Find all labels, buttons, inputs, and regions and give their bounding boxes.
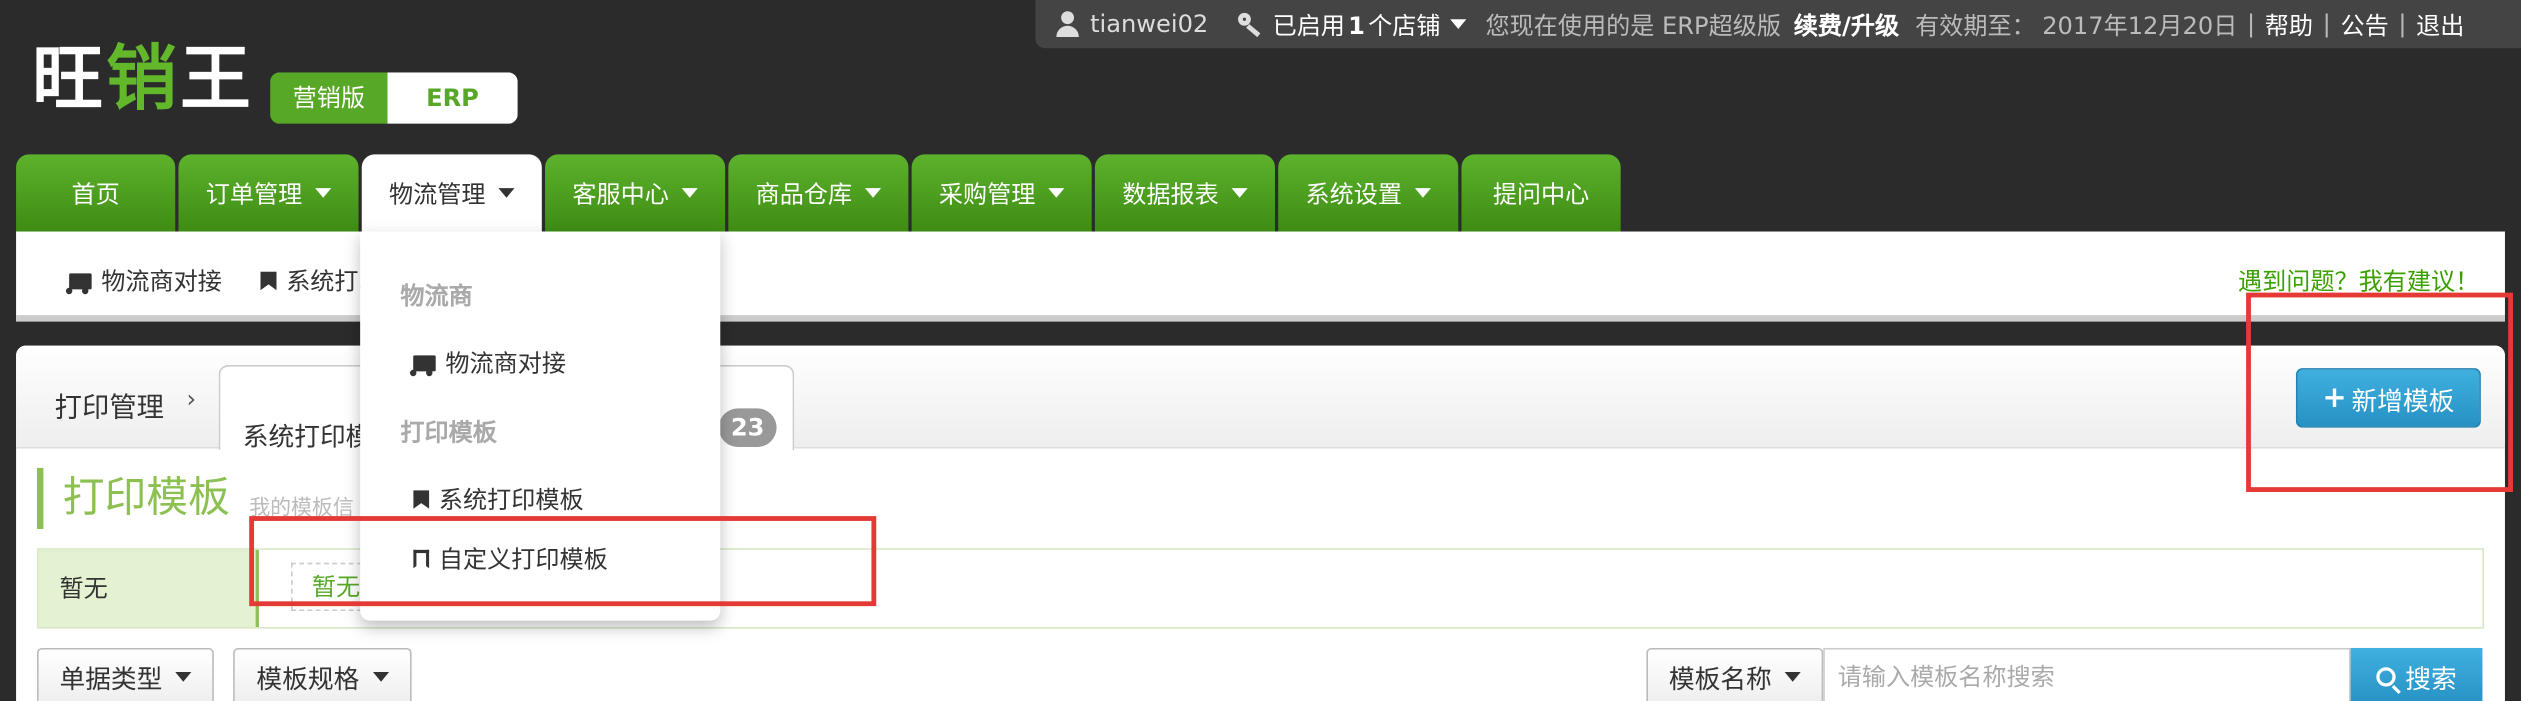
- annotation-box-custom-template: [249, 516, 877, 607]
- nav-tab-purchasing[interactable]: 采购管理: [911, 154, 1092, 232]
- top-bar: tianwei02 已启用 1 个店铺 您现在使用的是 ERP超级版 续费/升级 有…: [1035, 0, 2521, 49]
- bookmark-icon: [260, 270, 277, 291]
- chevron-right-icon: ›: [186, 384, 197, 414]
- user-icon: [1055, 11, 1081, 37]
- page-title: 打印模板: [36, 467, 230, 529]
- nav-tab-settings[interactable]: 系统设置: [1278, 154, 1459, 232]
- chevron-down-icon: [372, 672, 389, 682]
- app-logo[interactable]: 旺销王: [32, 39, 254, 123]
- separator: |: [2398, 9, 2407, 39]
- chevron-down-icon: [1048, 188, 1065, 198]
- edition-switch: 营销版 ERP: [270, 72, 518, 124]
- nav-tab-logistics[interactable]: 物流管理: [361, 154, 542, 232]
- chevron-down-icon: [1784, 672, 1801, 682]
- chevron-down-icon[interactable]: [1450, 19, 1467, 29]
- category-label: 暂无: [38, 549, 259, 628]
- search-icon: [2376, 667, 2396, 687]
- annotation-box-add-template: [2246, 292, 2513, 492]
- search-input[interactable]: 请输入模板名称搜索: [1823, 647, 2351, 701]
- tab-label: 系统打印模: [242, 421, 372, 452]
- expiry-label: 有效期至：: [1915, 10, 2036, 40]
- nav-tab-warehouse[interactable]: 商品仓库: [728, 154, 909, 232]
- dropdown-group-print-template: 打印模板: [400, 418, 497, 447]
- template-name-select[interactable]: 模板名称: [1646, 647, 1824, 701]
- expiry-date: 2017年12月20日: [2042, 10, 2238, 40]
- nav-tab-home[interactable]: 首页: [16, 154, 176, 232]
- nav-tab-orders[interactable]: 订单管理: [178, 154, 359, 232]
- menu-item-carrier-integration[interactable]: 物流商对接: [409, 346, 566, 380]
- nav-tab-customer-service[interactable]: 客服中心: [545, 154, 726, 232]
- chevron-down-icon: [175, 672, 192, 682]
- search-button[interactable]: 搜索: [2350, 647, 2483, 701]
- chevron-down-icon: [1231, 188, 1248, 198]
- app-root: tianwei02 已启用 1 个店铺 您现在使用的是 ERP超级版 续费/升级 有…: [0, 0, 2521, 701]
- truck-icon: [409, 354, 436, 376]
- nav-tab-questions[interactable]: 提问中心: [1461, 154, 1621, 232]
- store-count-label[interactable]: 已启用 1 个店铺: [1273, 7, 1441, 41]
- chevron-down-icon: [315, 188, 332, 198]
- logout-link[interactable]: 退出: [2416, 7, 2464, 41]
- subnav-item-carrier[interactable]: 物流商对接: [65, 264, 222, 298]
- erp-edition-tab[interactable]: ERP: [387, 72, 518, 124]
- count-badge: 23: [718, 408, 777, 447]
- renew-upgrade-link[interactable]: 续费/升级: [1794, 7, 1899, 41]
- chevron-down-icon: [1414, 188, 1431, 198]
- truck-icon: [65, 272, 92, 294]
- chevron-down-icon: [498, 188, 515, 198]
- chevron-down-icon: [681, 188, 698, 198]
- separator: |: [2322, 9, 2331, 39]
- username[interactable]: tianwei02: [1090, 10, 1208, 39]
- help-link[interactable]: 帮助: [2265, 7, 2313, 41]
- main-nav: 首页 订单管理 物流管理 客服中心 商品仓库 采购管理 数据报表 系统设置 提问…: [16, 154, 1624, 232]
- doc-type-filter[interactable]: 单据类型: [36, 647, 214, 701]
- separator: |: [2246, 9, 2256, 39]
- marketing-edition-tab[interactable]: 营销版: [270, 72, 388, 124]
- dropdown-group-carrier: 物流商: [400, 281, 473, 311]
- chevron-down-icon: [864, 188, 882, 198]
- breadcrumb[interactable]: 打印管理: [55, 384, 164, 424]
- version-text: 您现在使用的是 ERP超级版: [1485, 10, 1781, 40]
- menu-item-system-print-template[interactable]: 系统打印模板: [413, 482, 584, 516]
- key-icon: [1237, 11, 1263, 37]
- bookmark-icon: [413, 489, 430, 509]
- notice-link[interactable]: 公告: [2340, 7, 2388, 41]
- template-spec-filter[interactable]: 模板规格: [233, 647, 412, 701]
- nav-tab-reports[interactable]: 数据报表: [1094, 154, 1275, 232]
